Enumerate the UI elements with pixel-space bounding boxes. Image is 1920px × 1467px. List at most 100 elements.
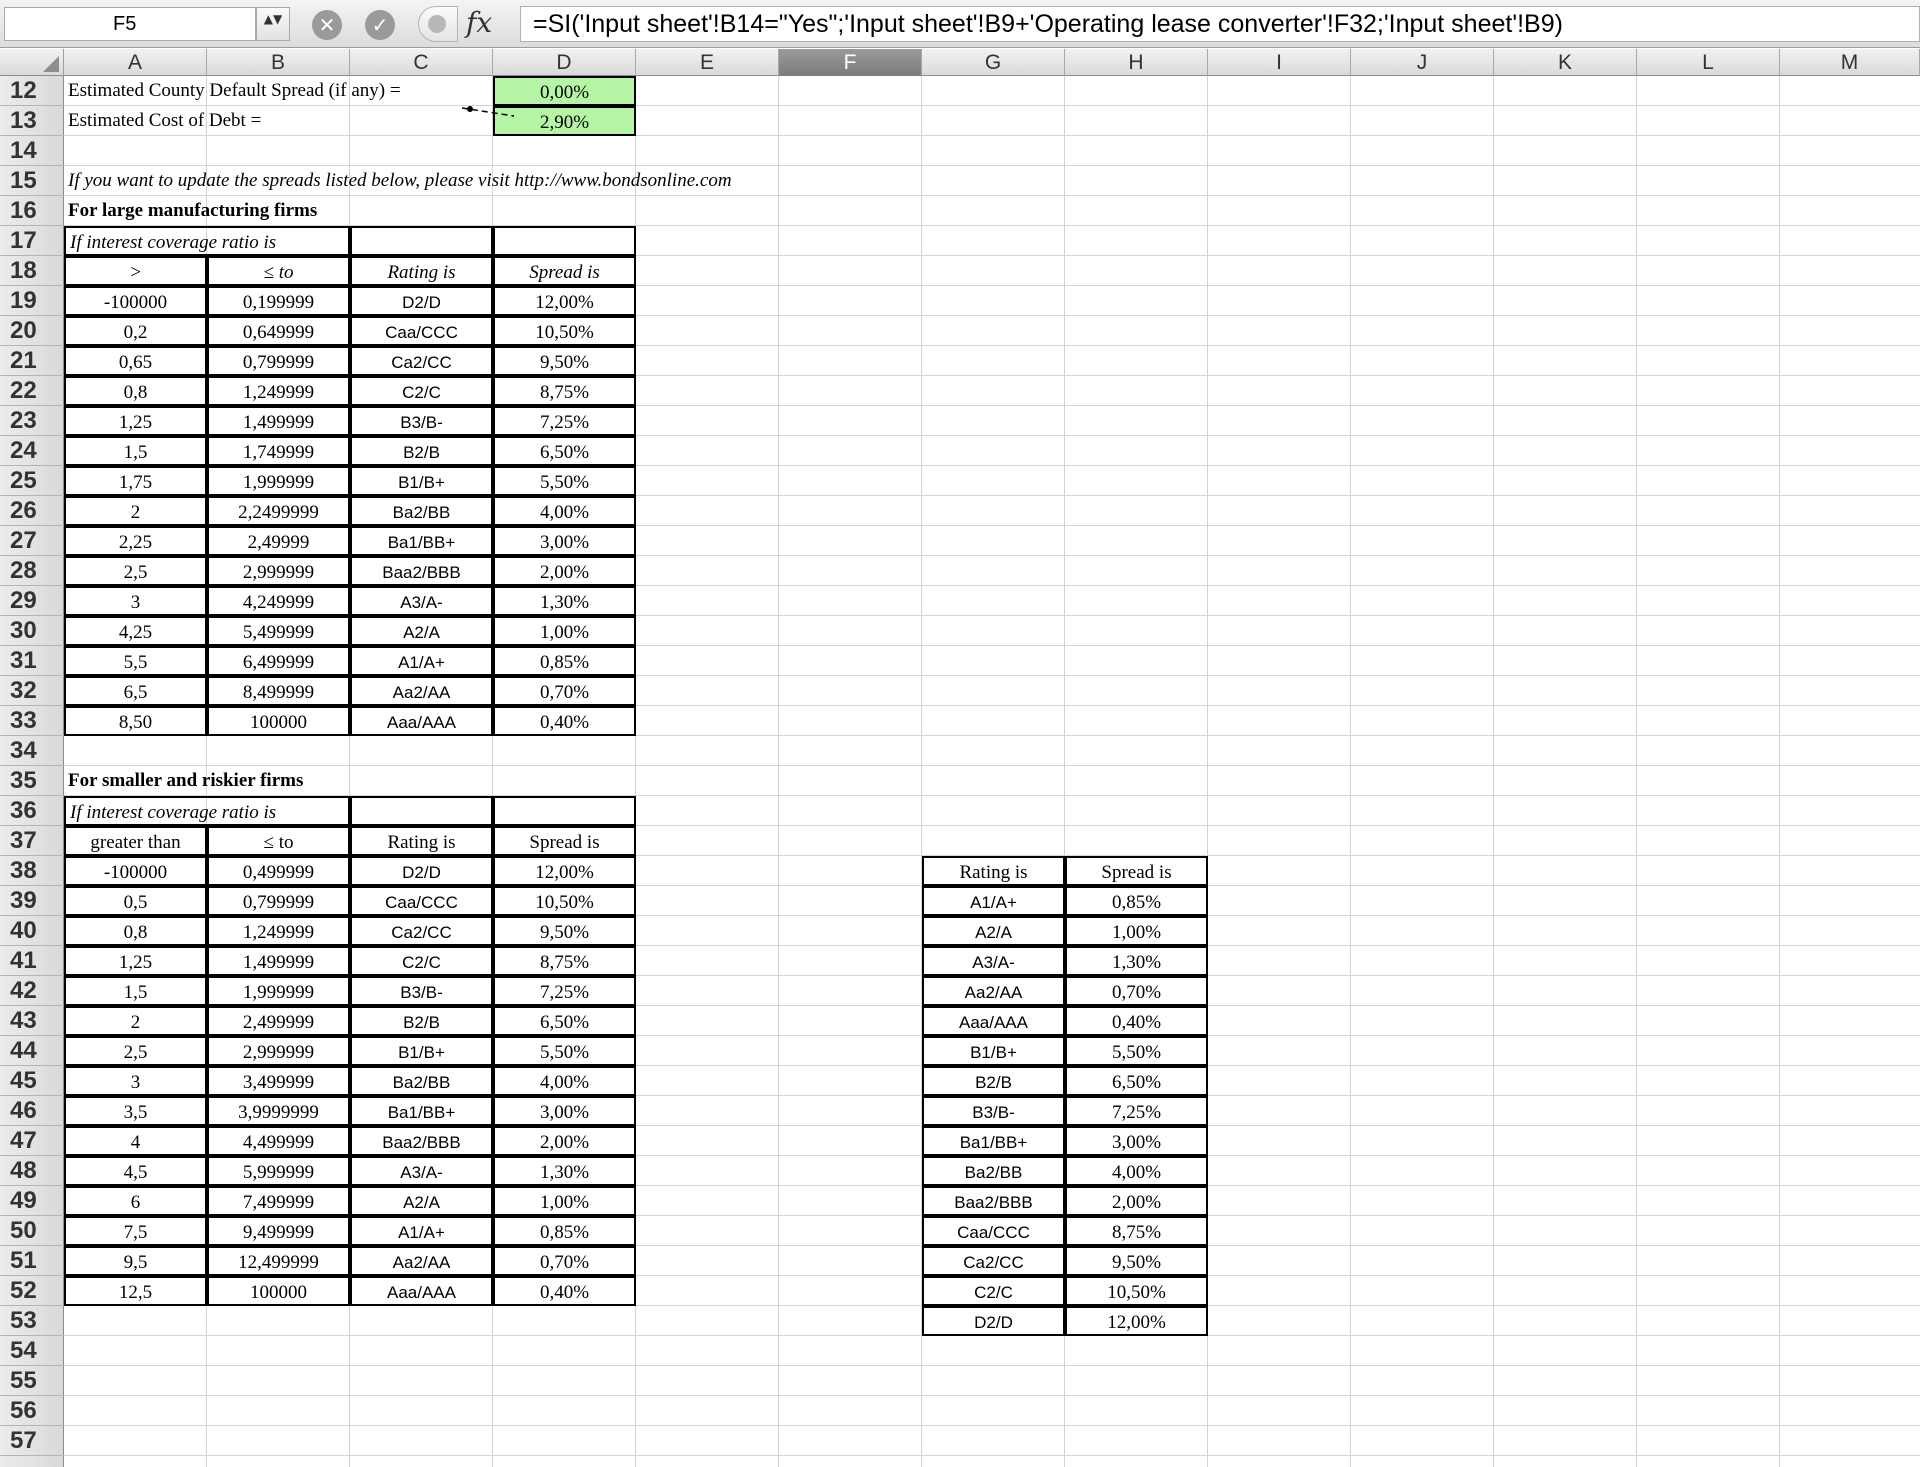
row-header-14[interactable]: 14	[0, 136, 64, 166]
small-table-cell[interactable]: A2/A	[350, 1186, 493, 1216]
lookup-table-cell[interactable]: Aa2/AA	[922, 976, 1065, 1006]
large-table-title[interactable]: For large manufacturing firms	[64, 196, 493, 226]
large-table-cell[interactable]: 0,2	[64, 316, 207, 346]
large-table-cell[interactable]: B1/B+	[350, 466, 493, 496]
large-table-cell[interactable]: -100000	[64, 286, 207, 316]
small-table-cell[interactable]: 6	[64, 1186, 207, 1216]
small-table-cell[interactable]: 4,5	[64, 1156, 207, 1186]
small-table-cell[interactable]: Ca2/CC	[350, 916, 493, 946]
lookup-table-cell[interactable]: 5,50%	[1065, 1036, 1208, 1066]
lookup-table-cell[interactable]: Baa2/BBB	[922, 1186, 1065, 1216]
small-table-title[interactable]: For smaller and riskier firms	[64, 766, 493, 796]
small-table-cell[interactable]: 7,5	[64, 1216, 207, 1246]
lookup-table-cell[interactable]: C2/C	[922, 1276, 1065, 1306]
row-header-44[interactable]: 44	[0, 1036, 64, 1066]
small-table-cell[interactable]: 1,00%	[493, 1186, 636, 1216]
large-table-cell[interactable]: 2,5	[64, 556, 207, 586]
large-table-cell[interactable]: 7,25%	[493, 406, 636, 436]
lookup-table-cell[interactable]: A1/A+	[922, 886, 1065, 916]
lookup-table-cell[interactable]: B1/B+	[922, 1036, 1065, 1066]
formula-input[interactable]: =SI('Input sheet'!B14="Yes";'Input sheet…	[520, 6, 1920, 42]
row-header-54[interactable]: 54	[0, 1336, 64, 1366]
column-header-h[interactable]: H	[1065, 49, 1208, 76]
small-table-cell[interactable]: 2,00%	[493, 1126, 636, 1156]
lookup-table-cell[interactable]: Ca2/CC	[922, 1246, 1065, 1276]
large-table-cell[interactable]: 0,85%	[493, 646, 636, 676]
large-header-1[interactable]: ≤ to	[207, 256, 350, 286]
large-table-cell[interactable]: Ca2/CC	[350, 346, 493, 376]
lookup-table-cell[interactable]: Ba1/BB+	[922, 1126, 1065, 1156]
row-header-28[interactable]: 28	[0, 556, 64, 586]
large-table-cell[interactable]: 12,00%	[493, 286, 636, 316]
cancel-icon[interactable]: ✕	[312, 10, 342, 40]
label-cost-of-debt[interactable]: Estimated Cost of Debt =	[64, 106, 493, 136]
small-table-cell[interactable]: 3,499999	[207, 1066, 350, 1096]
large-table-cell[interactable]: 0,799999	[207, 346, 350, 376]
small-header-2[interactable]: Rating is	[350, 826, 493, 856]
row-header-56[interactable]: 56	[0, 1396, 64, 1426]
column-header-b[interactable]: B	[207, 49, 350, 76]
large-table-cell[interactable]: 0,649999	[207, 316, 350, 346]
small-table-cell[interactable]: 0,799999	[207, 886, 350, 916]
row-header-40[interactable]: 40	[0, 916, 64, 946]
column-header-e[interactable]: E	[636, 49, 779, 76]
function-icon[interactable]: fx	[466, 6, 492, 39]
row-header-36[interactable]: 36	[0, 796, 64, 826]
row-header-16[interactable]: 16	[0, 196, 64, 226]
small-table-cell[interactable]: 12,5	[64, 1276, 207, 1306]
lookup-table-cell[interactable]: B3/B-	[922, 1096, 1065, 1126]
label-default-spread[interactable]: Estimated County Default Spread (if any)…	[64, 76, 493, 106]
row-header-18[interactable]: 18	[0, 256, 64, 286]
large-table-cell[interactable]: Ba2/BB	[350, 496, 493, 526]
row-header-27[interactable]: 27	[0, 526, 64, 556]
large-table-cell[interactable]: 1,30%	[493, 586, 636, 616]
small-table-cell[interactable]: B1/B+	[350, 1036, 493, 1066]
lookup-table-cell[interactable]: Ba2/BB	[922, 1156, 1065, 1186]
small-table-cell[interactable]: 3	[64, 1066, 207, 1096]
large-header-0[interactable]: >	[64, 256, 207, 286]
row-header-39[interactable]: 39	[0, 886, 64, 916]
column-header-j[interactable]: J	[1351, 49, 1494, 76]
column-header-g[interactable]: G	[922, 49, 1065, 76]
column-header-l[interactable]: L	[1637, 49, 1780, 76]
large-header-3[interactable]: Spread is	[493, 256, 636, 286]
large-table-cell[interactable]: 2,999999	[207, 556, 350, 586]
row-header-51[interactable]: 51	[0, 1246, 64, 1276]
row-header-33[interactable]: 33	[0, 706, 64, 736]
small-table-cell[interactable]: A1/A+	[350, 1216, 493, 1246]
small-header-1[interactable]: ≤ to	[207, 826, 350, 856]
large-table-cell[interactable]: 1,75	[64, 466, 207, 496]
small-table-cell[interactable]: 0,8	[64, 916, 207, 946]
large-table-cell[interactable]: 100000	[207, 706, 350, 736]
large-table-cell[interactable]: 0,199999	[207, 286, 350, 316]
large-table-cell[interactable]: A1/A+	[350, 646, 493, 676]
large-table-cell[interactable]: 4,00%	[493, 496, 636, 526]
row-header-45[interactable]: 45	[0, 1066, 64, 1096]
small-table-cell[interactable]: C2/C	[350, 946, 493, 976]
row-header-32[interactable]: 32	[0, 676, 64, 706]
large-table-cell[interactable]: B3/B-	[350, 406, 493, 436]
row-header-17[interactable]: 17	[0, 226, 64, 256]
large-table-cell[interactable]: Aaa/AAA	[350, 706, 493, 736]
lookup-table-cell[interactable]: D2/D	[922, 1306, 1065, 1336]
row-header-13[interactable]: 13	[0, 106, 64, 136]
lookup-table-cell[interactable]: 7,25%	[1065, 1096, 1208, 1126]
row-header-47[interactable]: 47	[0, 1126, 64, 1156]
large-table-cell[interactable]: 5,5	[64, 646, 207, 676]
row-header-34[interactable]: 34	[0, 736, 64, 766]
small-table-cell[interactable]: 0,40%	[493, 1276, 636, 1306]
large-table-cell[interactable]: 1,00%	[493, 616, 636, 646]
large-table-cell[interactable]: 0,65	[64, 346, 207, 376]
large-table-cell[interactable]: 1,999999	[207, 466, 350, 496]
row-header-57[interactable]: 57	[0, 1426, 64, 1456]
large-table-cell[interactable]: Ba1/BB+	[350, 526, 493, 556]
row-header-48[interactable]: 48	[0, 1156, 64, 1186]
small-table-cell[interactable]: 1,999999	[207, 976, 350, 1006]
large-table-cell[interactable]: 8,499999	[207, 676, 350, 706]
small-table-cell[interactable]: Aaa/AAA	[350, 1276, 493, 1306]
small-table-cell[interactable]: Aa2/AA	[350, 1246, 493, 1276]
row-header-24[interactable]: 24	[0, 436, 64, 466]
small-table-cell[interactable]: 4	[64, 1126, 207, 1156]
lookup-table-cell[interactable]: 2,00%	[1065, 1186, 1208, 1216]
column-header-k[interactable]: K	[1494, 49, 1637, 76]
